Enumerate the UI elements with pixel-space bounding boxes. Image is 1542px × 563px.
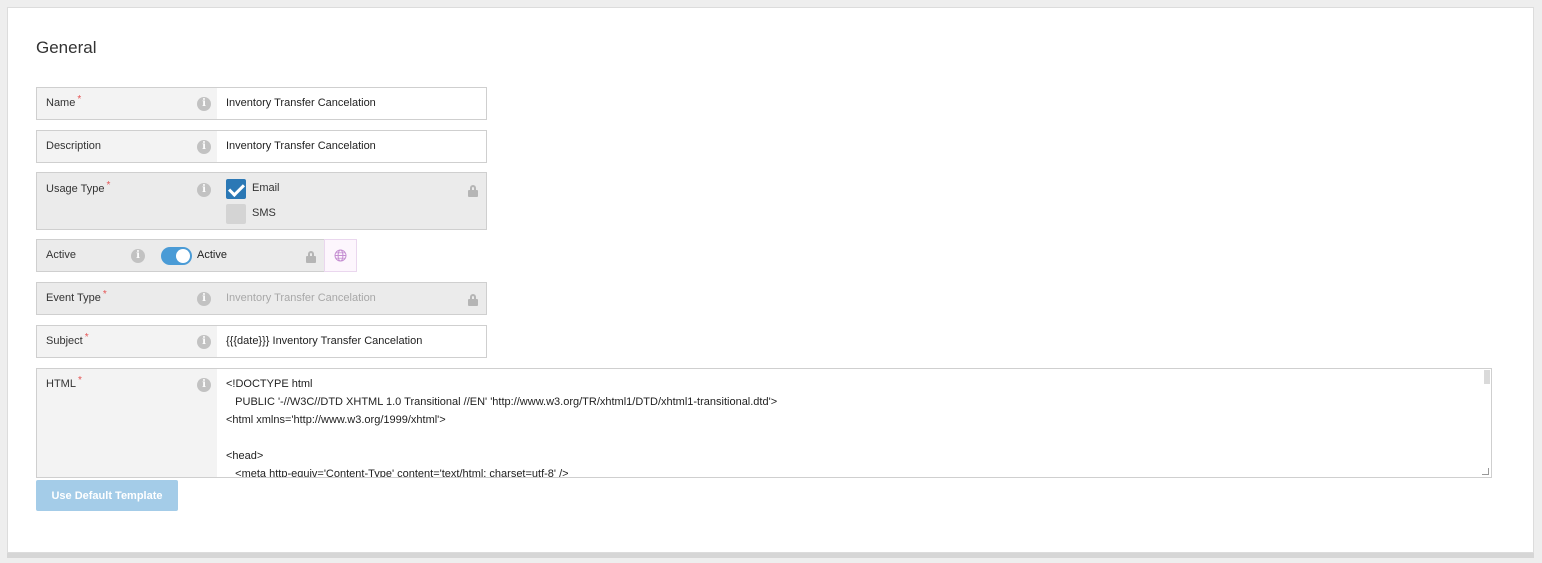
checkmark-icon bbox=[228, 180, 245, 197]
email-checkbox[interactable] bbox=[226, 179, 246, 199]
required-marker: * bbox=[106, 180, 111, 191]
active-toggle-label: Active bbox=[197, 249, 227, 261]
name-field: Name * i Inventory Transfer Cancelation bbox=[36, 87, 487, 120]
name-label-cell: Name * i bbox=[37, 88, 217, 119]
info-icon[interactable]: i bbox=[197, 378, 211, 392]
usage-type-label-cell: Usage Type * i bbox=[37, 173, 217, 229]
toggle-knob bbox=[176, 249, 190, 263]
lock-icon bbox=[468, 185, 478, 197]
required-marker: * bbox=[84, 332, 89, 343]
info-icon[interactable]: i bbox=[197, 140, 211, 154]
usage-type-options: Email SMS bbox=[217, 173, 486, 229]
resize-handle[interactable] bbox=[1482, 468, 1489, 475]
description-input[interactable]: Inventory Transfer Cancelation bbox=[217, 131, 486, 162]
usage-type-field: Usage Type * i Email SMS bbox=[36, 172, 487, 230]
active-toggle[interactable] bbox=[161, 247, 192, 265]
html-label-cell: HTML * i bbox=[37, 369, 217, 477]
event-type-input: Inventory Transfer Cancelation bbox=[217, 283, 486, 314]
html-editor[interactable]: <!DOCTYPE html PUBLIC '-//W3C//DTD XHTML… bbox=[217, 369, 1491, 477]
use-default-template-button[interactable]: Use Default Template bbox=[36, 480, 178, 511]
info-icon[interactable]: i bbox=[197, 335, 211, 349]
panel-footer-bar bbox=[7, 553, 1534, 558]
description-label: Description bbox=[46, 140, 102, 152]
lock-icon bbox=[468, 294, 478, 306]
sms-checkbox[interactable] bbox=[226, 204, 246, 224]
required-marker: * bbox=[77, 94, 82, 105]
html-label: HTML * bbox=[46, 375, 82, 390]
description-value: Inventory Transfer Cancelation bbox=[226, 140, 376, 152]
code-line: PUBLIC '-//W3C//DTD XHTML 1.0 Transition… bbox=[226, 396, 778, 408]
active-label: Active bbox=[46, 249, 76, 261]
code-line: <head> bbox=[226, 450, 264, 462]
code-line: <html xmlns='http://www.w3.org/1999/xhtm… bbox=[226, 414, 446, 426]
subject-label: Subject * bbox=[46, 332, 89, 347]
email-option-label: Email bbox=[252, 182, 280, 194]
event-type-field: Event Type * i Inventory Transfer Cancela… bbox=[36, 282, 487, 315]
event-type-value: Inventory Transfer Cancelation bbox=[226, 292, 376, 304]
event-type-label-cell: Event Type * i bbox=[37, 283, 217, 314]
info-icon[interactable]: i bbox=[197, 97, 211, 111]
scrollbar[interactable] bbox=[1484, 370, 1490, 384]
subject-value: {{{date}}} Inventory Transfer Cancelatio… bbox=[226, 335, 423, 347]
active-label-cell: Active i bbox=[37, 240, 153, 271]
sms-option-label: SMS bbox=[252, 207, 276, 219]
code-line: <!DOCTYPE html bbox=[226, 378, 313, 390]
name-input[interactable]: Inventory Transfer Cancelation bbox=[217, 88, 486, 119]
section-title: General bbox=[36, 38, 97, 57]
subject-label-cell: Subject * i bbox=[37, 326, 217, 357]
active-field: Active i Active bbox=[36, 239, 325, 272]
name-label: Name * bbox=[46, 94, 82, 109]
active-value-cell: Active bbox=[153, 240, 324, 271]
html-field: HTML * i <!DOCTYPE html PUBLIC '-//W3C//D… bbox=[36, 368, 1492, 478]
code-line: <meta http-equiv='Content-Type' content=… bbox=[226, 468, 569, 477]
info-icon[interactable]: i bbox=[131, 249, 145, 263]
globe-icon bbox=[334, 249, 347, 262]
usage-type-label: Usage Type * bbox=[46, 180, 111, 195]
required-marker: * bbox=[77, 375, 82, 386]
subject-field: Subject * i {{{date}}} Inventory Transfer… bbox=[36, 325, 487, 358]
subject-input[interactable]: {{{date}}} Inventory Transfer Cancelatio… bbox=[217, 326, 486, 357]
event-type-label: Event Type * bbox=[46, 289, 107, 304]
required-marker: * bbox=[102, 289, 107, 300]
description-field: Description i Inventory Transfer Cancela… bbox=[36, 130, 487, 163]
info-icon[interactable]: i bbox=[197, 183, 211, 197]
name-value: Inventory Transfer Cancelation bbox=[226, 97, 376, 109]
translation-button[interactable] bbox=[324, 239, 357, 272]
info-icon[interactable]: i bbox=[197, 292, 211, 306]
description-label-cell: Description i bbox=[37, 131, 217, 162]
lock-icon bbox=[306, 251, 316, 263]
